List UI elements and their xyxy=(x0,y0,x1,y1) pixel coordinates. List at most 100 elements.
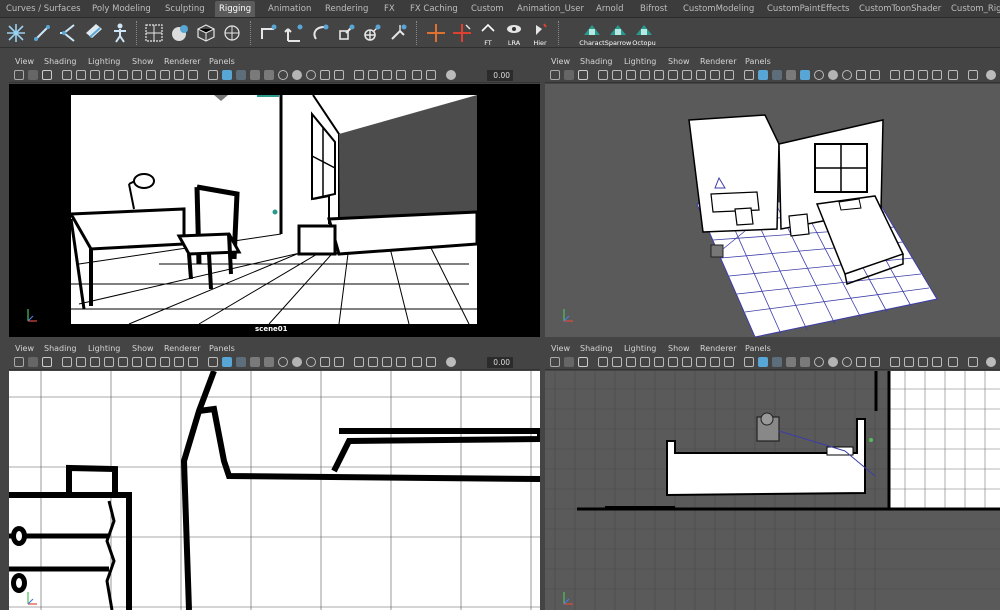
camera-attribute-icon[interactable] xyxy=(412,70,422,80)
anti-aliasing-icon[interactable] xyxy=(320,357,330,367)
xray-joints-icon[interactable] xyxy=(918,357,928,367)
xray-icon[interactable] xyxy=(904,70,914,80)
safe-action-icon[interactable] xyxy=(146,357,156,367)
anti-aliasing-icon[interactable] xyxy=(320,70,330,80)
safe-action-icon[interactable] xyxy=(146,70,156,80)
image-plane-icon[interactable] xyxy=(598,70,608,80)
menu-show[interactable]: Show xyxy=(668,344,690,353)
lra-button[interactable]: LRA xyxy=(502,21,526,47)
menu-show[interactable]: Show xyxy=(132,344,154,353)
tab-rigging[interactable]: Rigging xyxy=(215,1,256,17)
grid-icon[interactable] xyxy=(76,357,86,367)
exposure-icon[interactable] xyxy=(426,357,436,367)
tab-custom-rig[interactable]: Custom_Rig xyxy=(951,4,1000,14)
ambient-occlusion-icon[interactable] xyxy=(292,357,302,367)
pan-zoom-icon[interactable] xyxy=(174,357,184,367)
wireframe-icon[interactable] xyxy=(744,357,754,367)
cluster-icon[interactable] xyxy=(168,21,192,45)
tab-fx[interactable]: FX xyxy=(384,4,395,14)
wireframe-icon[interactable] xyxy=(208,357,218,367)
film-gate-icon[interactable] xyxy=(626,357,636,367)
camera-select-icon[interactable] xyxy=(550,70,560,80)
gate-mask-icon[interactable] xyxy=(118,70,128,80)
camera-attributes-icon[interactable] xyxy=(564,70,574,80)
grid-icon[interactable] xyxy=(76,70,86,80)
menu-renderer[interactable]: Renderer xyxy=(164,344,201,353)
locator-orange-icon[interactable] xyxy=(424,21,448,45)
gate-mask-icon[interactable] xyxy=(118,357,128,367)
camera-viewport[interactable]: scene01 xyxy=(9,84,540,337)
lights-icon[interactable] xyxy=(800,357,810,367)
lights-icon[interactable] xyxy=(264,357,274,367)
isolate-select-icon[interactable] xyxy=(890,357,900,367)
safe-title-icon[interactable] xyxy=(160,70,170,80)
menu-lighting[interactable]: Lighting xyxy=(624,57,656,66)
xray-joints-icon[interactable] xyxy=(382,70,392,80)
textured-icon[interactable] xyxy=(250,357,260,367)
menu-shading[interactable]: Shading xyxy=(580,344,613,353)
xray-components-icon[interactable] xyxy=(396,357,406,367)
tab-sculpting[interactable]: Sculpting xyxy=(165,4,205,14)
parent-constraint-icon[interactable] xyxy=(360,21,384,45)
menu-show[interactable]: Show xyxy=(668,57,690,66)
exposure-settings-icon[interactable] xyxy=(446,70,456,80)
film-gate-icon[interactable] xyxy=(626,70,636,80)
depth-of-field-icon[interactable] xyxy=(870,357,880,367)
xray-icon[interactable] xyxy=(368,357,378,367)
bookmark-icon[interactable] xyxy=(578,357,588,367)
menu-show[interactable]: Show xyxy=(132,57,154,66)
resolution-gate-icon[interactable] xyxy=(640,70,650,80)
camera-select-icon[interactable] xyxy=(14,357,24,367)
safe-title-icon[interactable] xyxy=(160,357,170,367)
safe-action-icon[interactable] xyxy=(682,357,692,367)
pan-zoom-icon[interactable] xyxy=(174,70,184,80)
joint-tool-icon[interactable] xyxy=(4,21,28,45)
pan-zoom-icon[interactable] xyxy=(710,357,720,367)
gate-mask-icon[interactable] xyxy=(654,357,664,367)
smooth-shade-icon[interactable] xyxy=(758,357,768,367)
smooth-shade-icon[interactable] xyxy=(222,70,232,80)
safe-title-icon[interactable] xyxy=(696,357,706,367)
field-chart-icon[interactable] xyxy=(132,357,142,367)
camera-attribute-icon[interactable] xyxy=(412,357,422,367)
field-chart-icon[interactable] xyxy=(668,357,678,367)
octopus-button[interactable]: Octopu xyxy=(632,21,656,47)
exposure-settings-icon[interactable] xyxy=(986,70,996,80)
resolution-gate-icon[interactable] xyxy=(104,70,114,80)
grease-pencil-icon[interactable] xyxy=(724,357,734,367)
smooth-shade-icon[interactable] xyxy=(222,357,232,367)
image-plane-icon[interactable] xyxy=(598,357,608,367)
tab-animation-user[interactable]: Animation_User xyxy=(517,4,584,14)
film-gate-icon[interactable] xyxy=(90,70,100,80)
shadows-icon[interactable] xyxy=(814,357,824,367)
grid-icon[interactable] xyxy=(612,357,622,367)
pan-zoom-icon[interactable] xyxy=(710,70,720,80)
bookmark-icon[interactable] xyxy=(42,357,52,367)
motion-blur-icon[interactable] xyxy=(842,70,852,80)
menu-renderer[interactable]: Renderer xyxy=(164,57,201,66)
ambient-occlusion-icon[interactable] xyxy=(292,70,302,80)
bookmark-icon[interactable] xyxy=(578,70,588,80)
ik-spline-icon[interactable] xyxy=(56,21,80,45)
shadows-icon[interactable] xyxy=(278,357,288,367)
camera-attributes-icon[interactable] xyxy=(28,357,38,367)
tab-curves-surfaces[interactable]: Curves / Surfaces xyxy=(6,4,81,14)
wireframe-on-shaded-icon[interactable] xyxy=(236,357,246,367)
grease-pencil-icon[interactable] xyxy=(188,357,198,367)
orient-constraint-icon[interactable] xyxy=(308,21,332,45)
top-viewport[interactable] xyxy=(9,371,540,610)
textured-icon[interactable] xyxy=(786,357,796,367)
lights-icon[interactable] xyxy=(264,70,274,80)
menu-view[interactable]: View xyxy=(15,344,34,353)
grease-pencil-icon[interactable] xyxy=(188,70,198,80)
menu-shading[interactable]: Shading xyxy=(580,57,613,66)
pole-vector-icon[interactable] xyxy=(386,21,410,45)
sculpt-deformer-icon[interactable] xyxy=(220,21,244,45)
humanik-icon[interactable] xyxy=(108,21,132,45)
camera-select-icon[interactable] xyxy=(14,70,24,80)
camera-attribute-icon[interactable] xyxy=(948,70,958,80)
menu-renderer[interactable]: Renderer xyxy=(700,344,737,353)
grid-icon[interactable] xyxy=(612,70,622,80)
safe-action-icon[interactable] xyxy=(682,70,692,80)
film-gate-icon[interactable] xyxy=(90,357,100,367)
